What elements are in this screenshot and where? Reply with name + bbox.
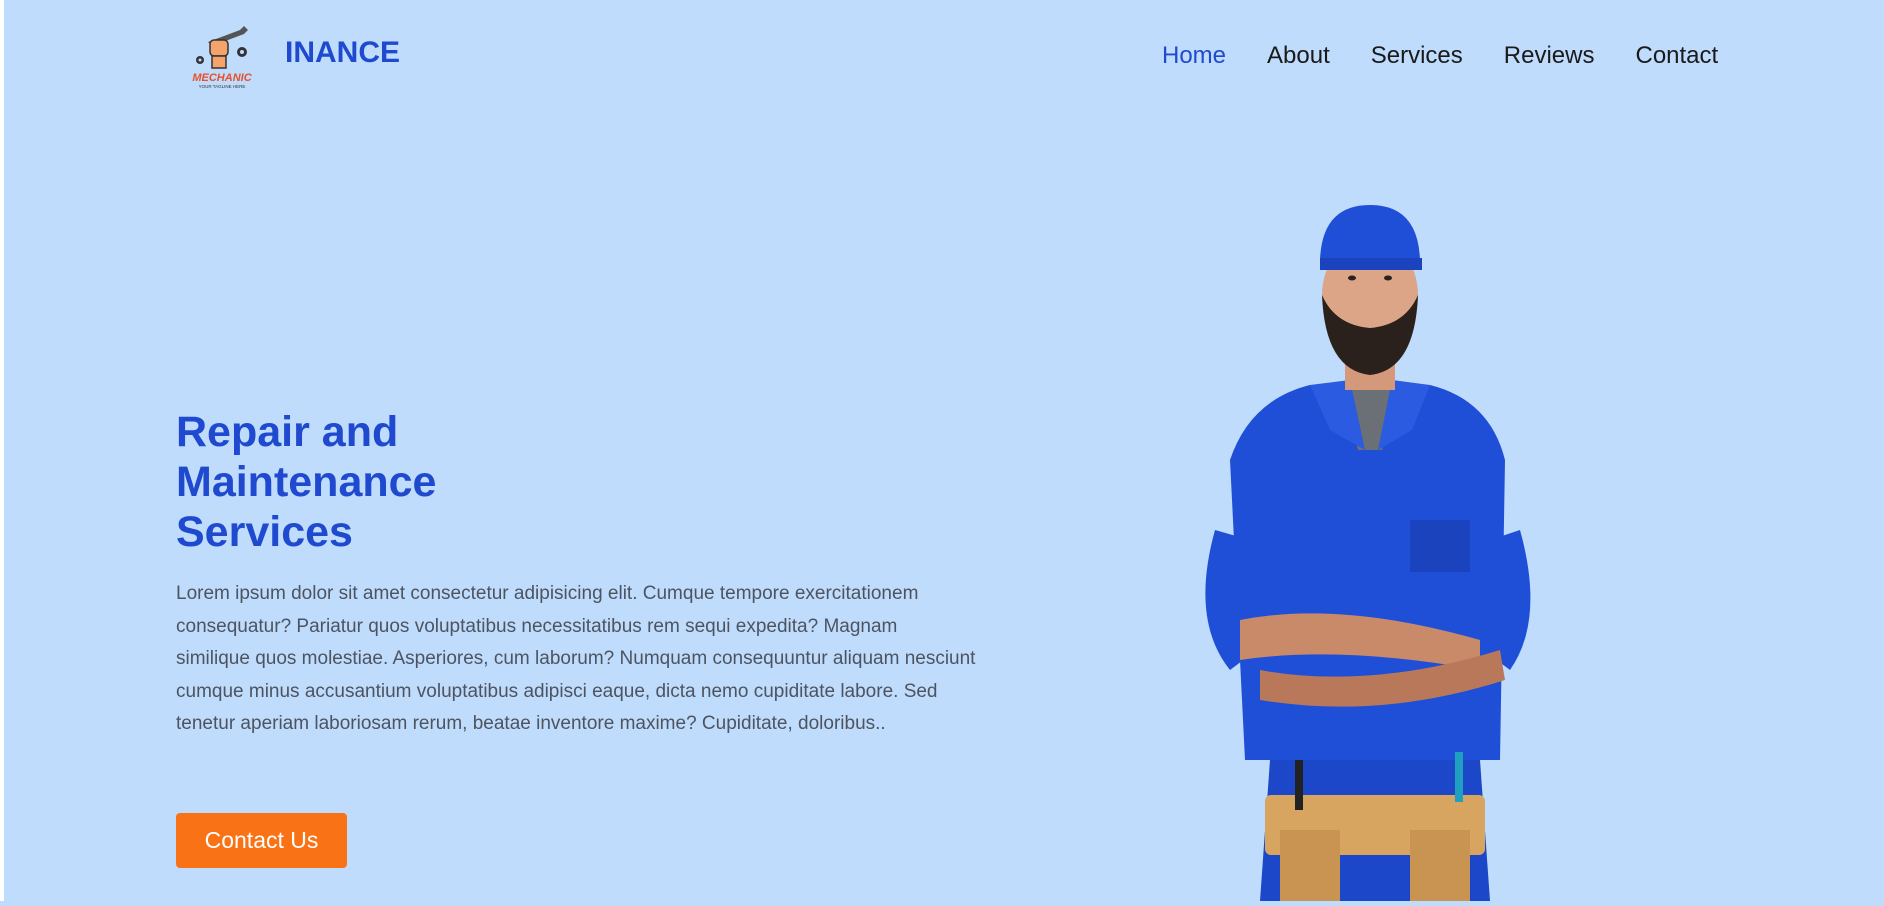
logo-graphic: MECHANIC YOUR TAGLINE HERE <box>192 26 253 89</box>
main-nav: Home About Services Reviews Contact <box>1162 42 1718 70</box>
page-edge <box>0 0 4 901</box>
hero-title-line-1: Repair and <box>176 408 399 456</box>
brand-name[interactable]: INANCE <box>285 36 400 70</box>
hero-title-line-3: Services <box>176 508 353 556</box>
contact-us-button[interactable]: Contact Us <box>176 813 347 868</box>
nav-home[interactable]: Home <box>1162 42 1226 70</box>
nav-services[interactable]: Services <box>1371 42 1463 70</box>
mechanic-photo <box>1160 200 1580 901</box>
nav-about[interactable]: About <box>1267 42 1330 70</box>
nav-reviews[interactable]: Reviews <box>1504 42 1595 70</box>
nav-contact[interactable]: Contact <box>1635 42 1718 70</box>
svg-text:YOUR TAGLINE HERE: YOUR TAGLINE HERE <box>199 84 246 89</box>
hero-description: Lorem ipsum dolor sit amet consectetur a… <box>176 583 976 734</box>
svg-text:MECHANIC: MECHANIC <box>192 72 252 84</box>
mechanic-logo[interactable]: MECHANIC YOUR TAGLINE HERE <box>190 22 254 92</box>
hero-title: Repair and Maintenance Services <box>176 407 596 557</box>
hero-title-line-2: Maintenance <box>176 458 437 506</box>
